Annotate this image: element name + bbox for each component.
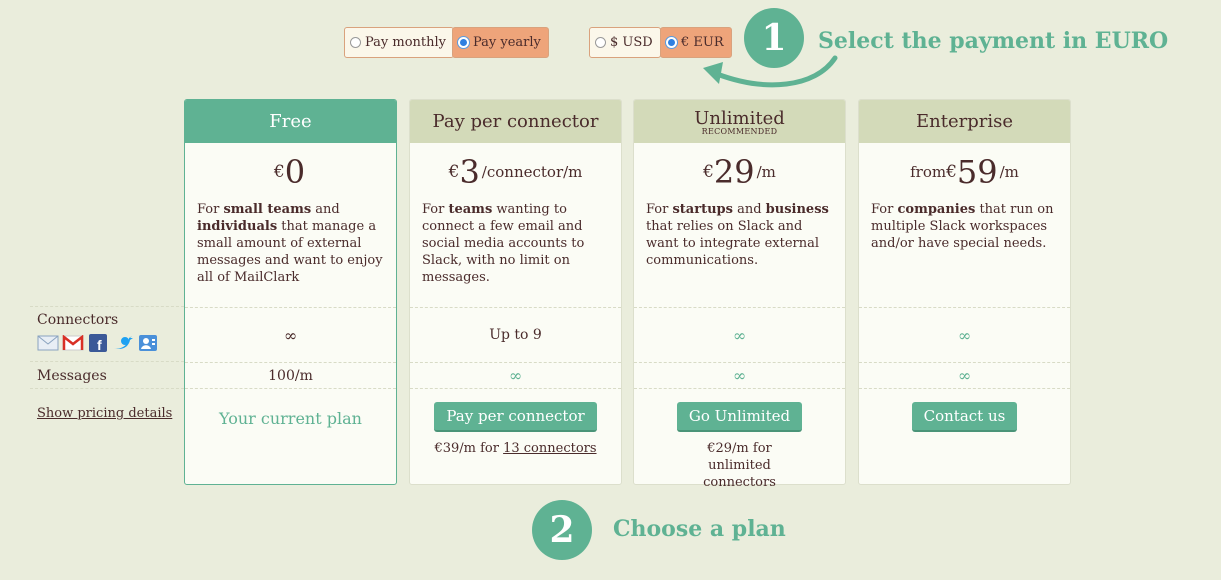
pay-monthly-toggle[interactable]: Pay monthly <box>344 27 455 58</box>
plan-header: Unlimited RECOMMENDED <box>634 100 845 143</box>
price-currency: € <box>448 162 460 182</box>
plan-messages-value: 100/m <box>185 362 396 389</box>
gmail-icon <box>62 334 84 352</box>
eur-label: € EUR <box>681 35 724 50</box>
plan-note-text: €39/m for <box>434 441 504 456</box>
price-unit: /m <box>756 163 776 181</box>
usd-label: $ USD <box>610 35 653 50</box>
plan-card: Pay per connector € 3 /connector/m For t… <box>409 99 622 485</box>
radio-icon <box>458 37 469 48</box>
step-2-badge: 2 <box>532 500 592 560</box>
plan-price: € 0 <box>185 143 396 201</box>
plan-messages-value: ∞ <box>859 362 1070 389</box>
plan-header: Free <box>185 100 396 143</box>
plan-name: Enterprise <box>916 111 1013 132</box>
pay-monthly-label: Pay monthly <box>365 35 447 50</box>
radio-icon <box>666 37 677 48</box>
divider <box>30 306 184 307</box>
plan-name: Pay per connector <box>432 111 599 132</box>
plan-price: from € 59 /m <box>859 143 1070 201</box>
price-unit: /m <box>999 163 1019 181</box>
plan-note: €39/m for 13 connectors <box>410 440 621 457</box>
price-prefix: from <box>910 163 947 181</box>
plan-cta-button[interactable]: Go Unlimited <box>676 402 803 432</box>
plan-connectors-value: ∞ <box>185 307 396 362</box>
connector-icons: f <box>37 334 159 352</box>
mail-icon <box>37 334 59 352</box>
price-amount: 0 <box>284 153 306 191</box>
svg-text:f: f <box>97 337 102 352</box>
step-1-text: Select the payment in EURO <box>818 28 1169 54</box>
plan-cta-area: Contact us <box>859 402 1070 432</box>
plan-header: Pay per connector <box>410 100 621 143</box>
radio-icon <box>350 37 361 48</box>
current-plan-label: Your current plan <box>219 409 362 428</box>
plan-note: €29/m for unlimited connectors <box>703 441 776 490</box>
price-amount: 29 <box>713 153 755 191</box>
plan-name: Free <box>269 111 312 132</box>
plan-card: Enterprise from € 59 /m For companies th… <box>858 99 1071 485</box>
twitter-icon <box>112 334 134 352</box>
plan-card: Free € 0 For small teams and individuals… <box>184 99 397 485</box>
price-currency: € <box>703 162 714 182</box>
messages-label: Messages <box>37 368 107 384</box>
plan-connectors-value: Up to 9 <box>410 307 621 362</box>
plan-name: Unlimited <box>694 107 785 129</box>
price-currency: € <box>273 162 285 182</box>
connectors-label: Connectors <box>37 312 119 328</box>
step-2-text: Choose a plan <box>613 516 786 542</box>
contacts-icon <box>137 334 159 352</box>
plan-cta-button[interactable]: Pay per connector <box>434 402 597 432</box>
facebook-icon: f <box>87 334 109 352</box>
divider <box>30 361 184 362</box>
plan-connectors-value: ∞ <box>859 307 1070 362</box>
plan-cta-area: Your current plan <box>185 402 396 428</box>
plan-cta-button[interactable]: Contact us <box>911 402 1018 432</box>
plan-messages-value: ∞ <box>410 362 621 389</box>
connectors-count-link[interactable]: 13 connectors <box>503 441 596 456</box>
divider <box>30 388 184 389</box>
price-currency: € <box>946 162 957 182</box>
plan-cta-area: Go Unlimited €29/m for unlimited connecto… <box>634 402 845 491</box>
price-amount: 59 <box>956 153 998 191</box>
usd-toggle[interactable]: $ USD <box>589 27 661 58</box>
plan-connectors-value: ∞ <box>634 307 845 362</box>
pay-yearly-label: Pay yearly <box>473 35 541 50</box>
price-unit: /connector/m <box>481 163 583 181</box>
pay-yearly-toggle[interactable]: Pay yearly <box>452 27 549 58</box>
plan-header: Enterprise <box>859 100 1070 143</box>
price-amount: 3 <box>459 153 480 191</box>
recommended-badge: RECOMMENDED <box>701 126 778 136</box>
plan-cta-area: Pay per connector €39/m for 13 connectors <box>410 402 621 457</box>
radio-icon <box>595 37 606 48</box>
plan-price: € 3 /connector/m <box>410 143 621 201</box>
plan-messages-value: ∞ <box>634 362 845 389</box>
curved-arrow-icon <box>703 55 838 88</box>
plan-card: Unlimited RECOMMENDED € 29 /m For startup… <box>633 99 846 490</box>
show-pricing-details-link[interactable]: Show pricing details <box>37 406 172 421</box>
plan-price: € 29 /m <box>634 143 845 201</box>
